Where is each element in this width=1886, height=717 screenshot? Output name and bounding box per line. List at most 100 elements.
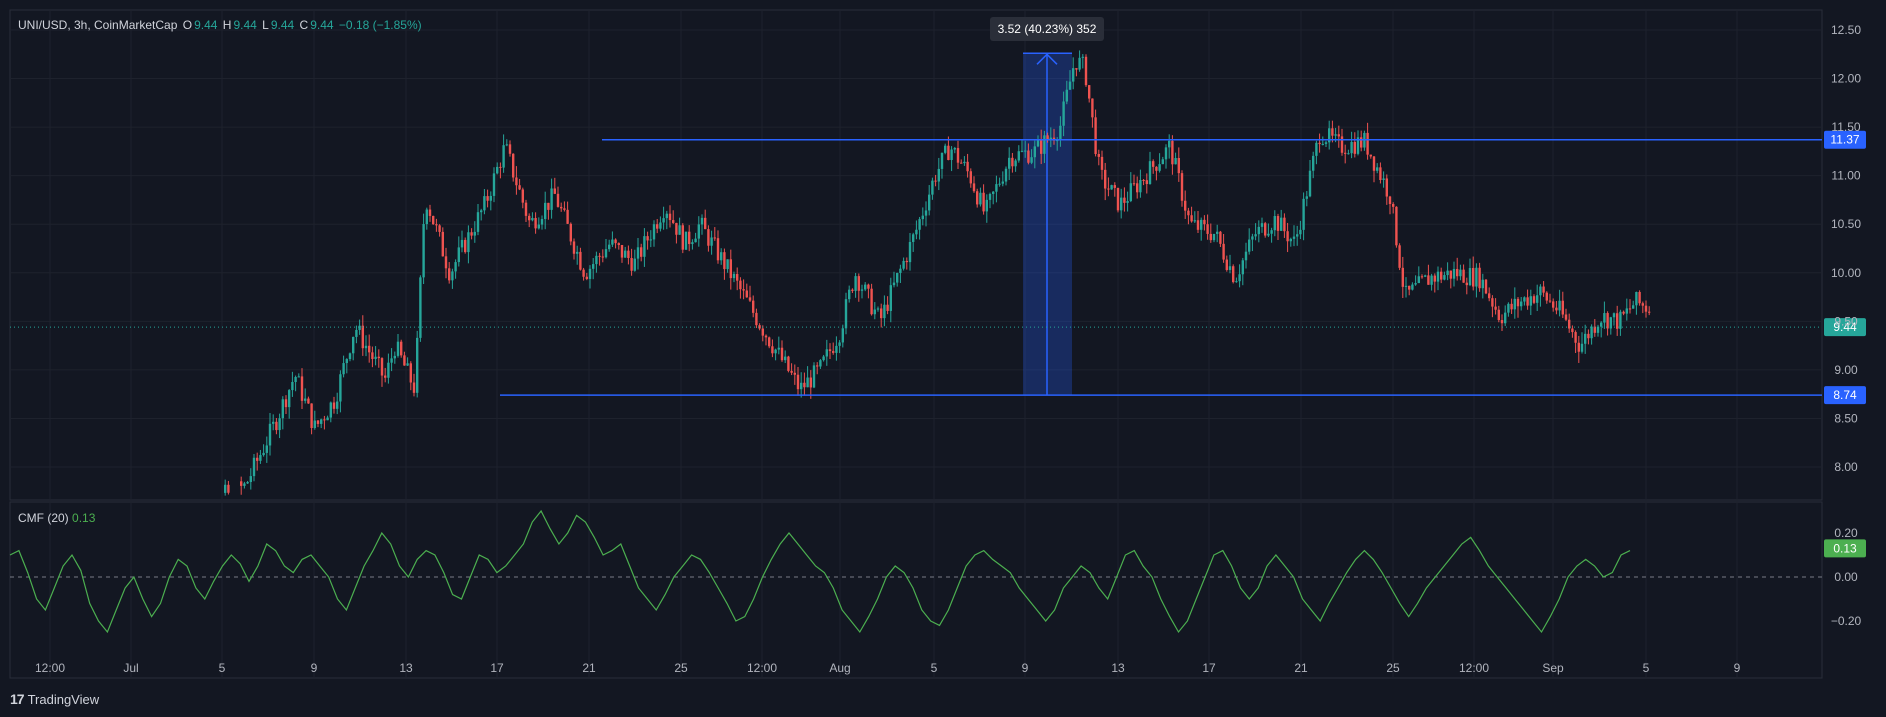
candle-body xyxy=(572,241,576,254)
candle-body xyxy=(294,377,297,382)
x-tick-label: 21 xyxy=(1294,661,1308,675)
candle-body xyxy=(521,189,524,203)
candle-body xyxy=(1296,234,1299,237)
candle-body xyxy=(1456,268,1459,277)
candle-body xyxy=(988,193,992,200)
candle-body xyxy=(1449,270,1452,279)
brand-name: TradingView xyxy=(27,691,100,707)
candle-body xyxy=(812,365,816,388)
candle-body xyxy=(1033,146,1036,158)
y-tick-label: 11.00 xyxy=(1831,169,1860,183)
candle-body xyxy=(1545,292,1548,301)
candle-body xyxy=(771,346,774,354)
candle-body xyxy=(499,166,502,168)
candle-body xyxy=(278,418,281,431)
x-tick-label: 25 xyxy=(674,661,688,675)
candle-body xyxy=(896,272,899,283)
candle-body xyxy=(1625,308,1628,314)
candle-body xyxy=(1587,333,1590,339)
candle-body xyxy=(1603,313,1606,323)
candle-body xyxy=(892,282,896,286)
candle-body xyxy=(256,457,259,461)
candle-body xyxy=(1142,179,1145,181)
candle-body xyxy=(1238,274,1241,282)
candle-body xyxy=(608,244,611,250)
candle-body xyxy=(1580,343,1584,352)
candle-body xyxy=(1529,296,1532,306)
open-label: O xyxy=(182,18,193,32)
candle-body xyxy=(243,483,246,486)
candle-body xyxy=(460,239,464,248)
candle-body xyxy=(576,251,579,254)
candle-body xyxy=(390,358,393,363)
candle-body xyxy=(953,148,956,150)
candle-body xyxy=(905,260,908,263)
tradingview-brand[interactable]: 17 TradingView xyxy=(10,691,99,707)
y-tick-label: 9.00 xyxy=(1834,363,1858,377)
candle-body xyxy=(1216,231,1219,234)
candle-body xyxy=(713,237,716,239)
candle-body xyxy=(1484,279,1488,294)
candle-body xyxy=(438,225,441,232)
candle-body xyxy=(582,269,585,277)
candle-body xyxy=(342,363,345,375)
candle-body xyxy=(1206,224,1209,234)
candle-body xyxy=(496,166,499,174)
candle-body xyxy=(428,209,432,216)
x-tick-label: 5 xyxy=(1643,661,1650,675)
candle-body xyxy=(1078,57,1081,70)
candle-body xyxy=(787,356,790,371)
symbol-legend: UNI/USD, 3h, CoinMarketCap O 9.44 H 9.44 L… xyxy=(18,18,424,32)
candle-body xyxy=(384,375,387,378)
y-tick-label: 10.50 xyxy=(1831,217,1861,231)
candle-body xyxy=(464,239,467,253)
candle-body xyxy=(1088,85,1091,99)
candle-body xyxy=(336,401,339,409)
candle-body xyxy=(1283,217,1286,232)
candle-body xyxy=(1436,271,1440,282)
candle-body xyxy=(1257,226,1260,235)
candle-body xyxy=(1254,234,1257,237)
candle-body xyxy=(1158,164,1161,171)
candle-body xyxy=(1091,98,1094,118)
candle-body xyxy=(1148,161,1152,185)
candle-body xyxy=(1606,313,1609,329)
candle-body xyxy=(1171,140,1174,165)
candle-body xyxy=(630,258,633,271)
candle-body xyxy=(310,403,313,429)
candle-body xyxy=(867,284,870,289)
candle-body xyxy=(569,223,572,242)
cmf-y-tick-label: 0.20 xyxy=(1834,526,1858,540)
candle-body xyxy=(809,377,812,388)
candle-body xyxy=(364,345,368,349)
candle-body xyxy=(1564,314,1568,320)
candle-body xyxy=(684,231,688,250)
candle-body xyxy=(432,215,435,225)
candle-body xyxy=(796,374,800,390)
candle-body xyxy=(1446,270,1449,276)
candle-body xyxy=(1600,322,1603,327)
candle-body xyxy=(1244,251,1248,261)
candle-body xyxy=(1180,173,1184,201)
candle-body xyxy=(828,349,832,352)
candle-body xyxy=(406,363,409,366)
candle-body xyxy=(316,420,320,424)
price-chart[interactable]: 3.52 (40.23%) 352 11.37 8.74 9.44 0.13 12:… xyxy=(0,0,1886,717)
candle-body xyxy=(928,194,931,211)
tradingview-logo-icon: 17 xyxy=(10,691,25,707)
candle-body xyxy=(1267,233,1270,236)
candle-body xyxy=(1440,271,1443,280)
candle-body xyxy=(598,255,601,257)
candle-body xyxy=(1542,286,1545,293)
candle-body xyxy=(1081,56,1084,58)
candle-body xyxy=(1555,307,1558,311)
candle-body xyxy=(240,481,243,486)
candle-body xyxy=(614,239,617,244)
candle-body xyxy=(1318,142,1321,145)
close-value: 9.44 xyxy=(310,18,334,32)
candle-body xyxy=(1459,269,1462,277)
x-tick-label: Sep xyxy=(1542,661,1564,675)
candle-body xyxy=(665,213,668,219)
candle-body xyxy=(976,191,979,205)
cmf-y-tick-label: 0.00 xyxy=(1834,570,1858,584)
